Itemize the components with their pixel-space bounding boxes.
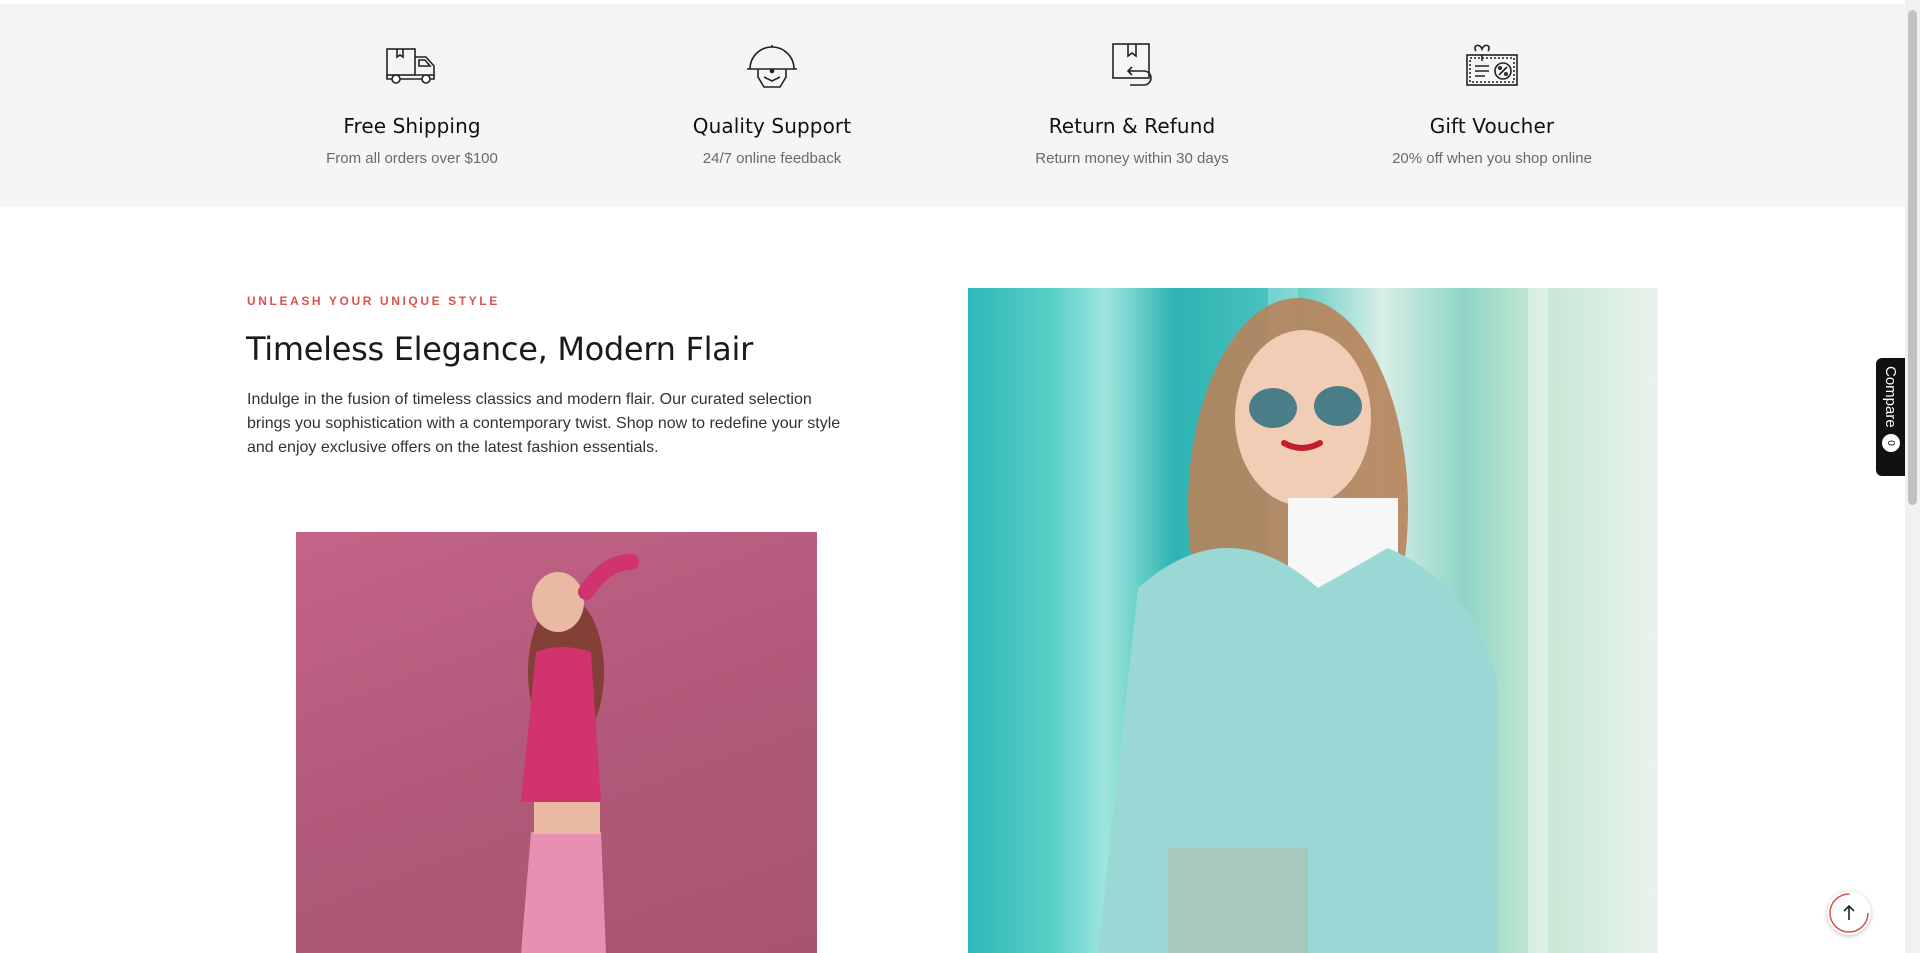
- back-to-top-button[interactable]: [1827, 891, 1871, 935]
- gift-voucher-icon: [1312, 40, 1672, 94]
- teal-model-illustration: [1098, 288, 1548, 953]
- feature-free-shipping: Free Shipping From all orders over $100: [232, 40, 592, 167]
- feature-subtitle: From all orders over $100: [326, 150, 498, 167]
- return-box-icon: [952, 40, 1312, 94]
- page-scrollbar[interactable]: [1905, 0, 1920, 953]
- compare-label: Compare: [1882, 366, 1899, 428]
- promo-description: Indulge in the fusion of timeless classi…: [247, 391, 841, 456]
- promo-image-pink-model[interactable]: [296, 532, 817, 953]
- feature-title: Free Shipping: [343, 114, 481, 138]
- promo-image-teal-model[interactable]: [968, 288, 1658, 953]
- feature-return-refund: Return & Refund Return money within 30 d…: [952, 40, 1312, 167]
- delivery-truck-icon: [232, 40, 592, 94]
- feature-title: Quality Support: [692, 114, 852, 138]
- feature-subtitle: Return money within 30 days: [1035, 150, 1229, 167]
- feature-subtitle: 24/7 online feedback: [702, 150, 842, 167]
- feature-subtitle: 20% off when you shop online: [1392, 150, 1592, 167]
- promo-eyebrow: UNLEASH YOUR UNIQUE STYLE: [247, 294, 500, 308]
- feature-title: Return & Refund: [1048, 114, 1216, 138]
- pink-model-illustration: [521, 554, 639, 953]
- feature-title: Gift Voucher: [1429, 114, 1555, 138]
- feature-quality-support: Quality Support 24/7 online feedback: [592, 40, 952, 167]
- arrow-up-icon: [1829, 893, 1869, 933]
- feature-gift-voucher: Gift Voucher 20% off when you shop onlin…: [1312, 40, 1672, 167]
- compare-tab[interactable]: Compare 0: [1876, 358, 1905, 476]
- promo-heading: Timeless Elegance, Modern Flair: [246, 330, 753, 368]
- compare-count-badge: 0: [1881, 433, 1900, 452]
- scrollbar-thumb[interactable]: [1908, 10, 1917, 505]
- support-agent-icon: [592, 40, 952, 94]
- features-bar: Free Shipping From all orders over $100 …: [0, 4, 1905, 207]
